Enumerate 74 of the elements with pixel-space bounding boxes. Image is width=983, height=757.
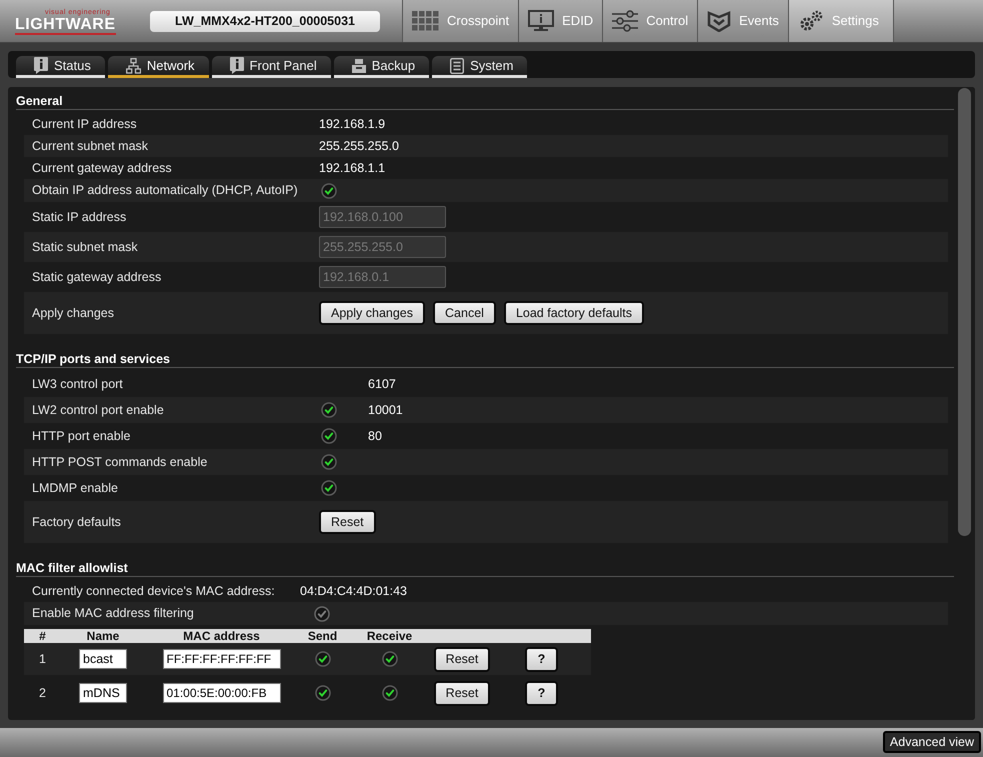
subtab[interactable]: Backup — [334, 56, 430, 78]
section-title: TCP/IP ports and services — [16, 351, 170, 367]
action-button[interactable]: Load factory defaults — [504, 301, 644, 325]
field-label: Static IP address — [31, 208, 128, 226]
field-label: Current subnet mask — [31, 138, 150, 155]
help-button[interactable]: ? — [524, 680, 558, 706]
checked-icon[interactable] — [321, 480, 337, 496]
unchecked-icon[interactable] — [314, 606, 330, 622]
subtab[interactable]: Network — [108, 56, 209, 78]
field-value: 04:D4:C4:4D:01:43 — [300, 582, 408, 600]
column-header: Receive — [366, 629, 414, 643]
name-input-field[interactable]: bcast — [79, 649, 127, 669]
section-title: General — [16, 93, 63, 109]
mac-input-field[interactable]: FF:FF:FF:FF:FF:FF — [162, 649, 280, 669]
checked-icon[interactable] — [321, 182, 337, 198]
network-icon — [126, 58, 141, 74]
checked-icon[interactable] — [382, 685, 398, 701]
field-label: Current gateway address — [31, 160, 173, 177]
port-value: 10001 — [368, 402, 403, 419]
info-icon — [34, 57, 48, 74]
field-label: Enable MAC address filtering — [31, 605, 195, 622]
gears-icon — [798, 10, 824, 32]
document-icon — [450, 58, 464, 74]
row-number: 1 — [38, 650, 47, 668]
drawer-icon — [352, 58, 366, 74]
scrollbar-thumb[interactable] — [958, 88, 971, 536]
mac-input-field[interactable]: 01:00:5E:00:00:FB — [162, 683, 280, 703]
port-value: 80 — [368, 428, 382, 445]
checked-icon[interactable] — [321, 428, 337, 444]
checked-icon[interactable] — [321, 454, 337, 470]
section-title: MAC filter allowlist — [16, 560, 128, 576]
field-label: Currently connected device's MAC address: — [31, 582, 276, 600]
column-header: # — [38, 629, 47, 643]
help-button[interactable]: ? — [524, 646, 558, 672]
subtab[interactable]: Status — [16, 56, 105, 78]
field-value: 192.168.1.9 — [319, 116, 386, 133]
checked-icon[interactable] — [314, 651, 330, 667]
field-label: Factory defaults — [31, 514, 122, 531]
logo-brand: LIGHTWARE — [15, 16, 116, 35]
name-input-field[interactable]: mDNS — [79, 683, 127, 703]
field-label: LMDMP enable — [31, 480, 119, 497]
shield-icon — [707, 10, 732, 32]
reset-button[interactable]: Reset — [434, 646, 490, 672]
action-button[interactable]: Reset — [319, 510, 376, 534]
subtab[interactable]: System — [432, 56, 528, 78]
advanced-view-button[interactable]: Advanced view — [882, 731, 981, 753]
info-icon — [230, 57, 244, 74]
field-label: HTTP port enable — [31, 428, 132, 445]
device-name-field: LW_MMX4x2-HT200_00005031 — [150, 10, 380, 32]
field-label: HTTP POST commands enable — [31, 454, 208, 471]
row-number: 2 — [38, 684, 47, 702]
grid-icon — [412, 10, 439, 32]
field-label: LW2 control port enable — [31, 402, 165, 419]
subtab[interactable]: Front Panel — [212, 56, 331, 78]
action-button[interactable]: Cancel — [433, 301, 496, 325]
reset-button[interactable]: Reset — [434, 680, 490, 706]
sliders-icon — [612, 10, 638, 32]
monitor-icon — [528, 10, 554, 32]
field-label: Apply changes — [31, 305, 116, 322]
column-header: Name — [86, 629, 120, 643]
field-value: 255.255.255.0 — [319, 138, 399, 155]
field-label: Current IP address — [31, 116, 138, 133]
checked-icon[interactable] — [321, 402, 337, 418]
checked-icon[interactable] — [314, 685, 330, 701]
action-button[interactable]: Apply changes — [319, 301, 426, 325]
field-label: Static subnet mask — [31, 238, 139, 256]
field-label: Obtain IP address automatically (DHCP, AutoIP) — [31, 182, 299, 200]
port-value: 6107 — [368, 376, 396, 393]
checked-icon[interactable] — [382, 651, 398, 667]
field-label: LW3 control port — [31, 376, 124, 393]
column-header: MAC address — [182, 629, 261, 643]
field-value: 192.168.1.1 — [319, 160, 386, 177]
column-header: Send — [306, 629, 338, 643]
field-label: Static gateway address — [31, 268, 162, 286]
